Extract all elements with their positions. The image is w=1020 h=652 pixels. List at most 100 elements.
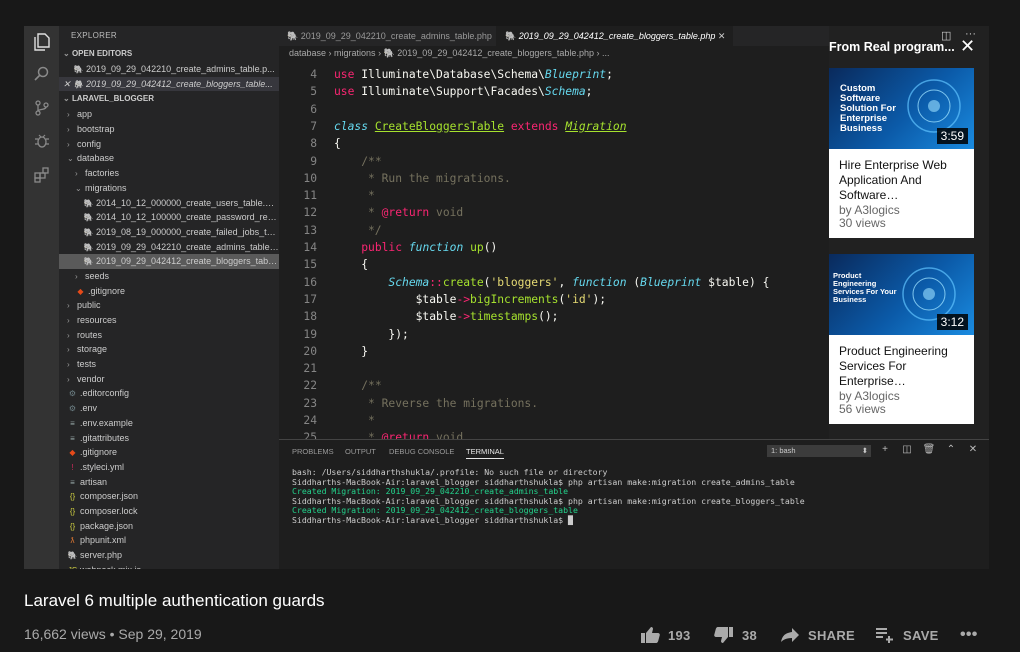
like-button[interactable]: 193 [640, 625, 691, 645]
panel-tab[interactable]: OUTPUT [345, 447, 376, 456]
chevron-right-icon: › [67, 360, 70, 370]
file-item[interactable]: ⚙ .env [59, 401, 279, 416]
save-button[interactable]: SAVE [875, 625, 939, 645]
code-line: 20 } [279, 343, 829, 360]
folder-item[interactable]: › seeds [59, 269, 279, 284]
dislike-button[interactable]: 38 [714, 625, 757, 645]
search-icon[interactable] [30, 62, 54, 86]
close-tab-icon[interactable]: ✕ [715, 31, 726, 41]
line-number: 20 [303, 344, 317, 358]
line-number: 19 [303, 327, 317, 341]
file-item[interactable]: {} composer.json [59, 489, 279, 504]
debug-icon[interactable] [30, 129, 54, 153]
php-file-icon: 🐘 [83, 198, 94, 208]
source-control-icon[interactable] [30, 96, 54, 120]
file-item[interactable]: {} composer.lock [59, 504, 279, 519]
suggested-video-card[interactable]: Product Engineering Services For Your Bu… [829, 254, 974, 424]
file-item[interactable]: 🐘 server.php [59, 548, 279, 563]
breadcrumb-separator: › [326, 48, 335, 58]
trash-icon[interactable]: 🗑 [922, 443, 936, 457]
add-terminal-icon[interactable]: + [878, 443, 892, 457]
panel-tab[interactable]: DEBUG CONSOLE [389, 447, 454, 456]
video-duration: 3:59 [936, 128, 968, 144]
folder-item[interactable]: ⌄ migrations [59, 181, 279, 196]
line-number: 6 [310, 102, 317, 116]
suggested-video-card[interactable]: Custom Software Solution For Enterprise … [829, 68, 974, 238]
folder-item[interactable]: › config [59, 137, 279, 152]
extensions-icon[interactable] [30, 163, 54, 187]
folder-item[interactable]: › vendor [59, 372, 279, 387]
folder-item[interactable]: › storage [59, 342, 279, 357]
breadcrumb-separator: › [593, 48, 602, 58]
breadcrumb-item[interactable]: database [289, 48, 326, 58]
line-number: 21 [303, 362, 317, 376]
breadcrumb-item[interactable]: 2019_09_29_042412_create_bloggers_table.… [397, 48, 594, 58]
thumbs-down-icon [714, 627, 733, 643]
split-terminal-icon[interactable]: ◫ [900, 443, 914, 457]
file-item[interactable]: ⚙ .editorconfig [59, 386, 279, 401]
folder-item[interactable]: ⌄ database [59, 151, 279, 166]
file-item[interactable]: 🐘 2019_09_29_042210_create_admins_table.p… [59, 240, 279, 255]
editor-tab[interactable]: 🐘 2019_09_29_042412_create_bloggers_tabl… [497, 26, 733, 46]
video-player[interactable]: EXPLORER ⌄ OPEN EDITORS 🐘 2019_09_29_0422… [24, 26, 989, 569]
file-item[interactable]: 🐘 2014_10_12_000000_create_users_table.ph… [59, 196, 279, 211]
open-editor-item[interactable]: ✕ 🐘 2019_09_29_042412_create_bloggers_tab… [59, 76, 279, 92]
terminal-output[interactable]: bash: /Users/siddharthshukla/.profile: N… [292, 467, 805, 526]
terminal-selector[interactable]: 1: bash ⬍ [767, 445, 871, 457]
close-panel-icon[interactable]: ✕ [966, 443, 980, 457]
folder-item[interactable]: › tests [59, 357, 279, 372]
chevron-up-icon[interactable]: ⌃ [944, 443, 958, 457]
folder-item[interactable]: › factories [59, 166, 279, 181]
php-file-icon: 🐘 [73, 65, 84, 74]
video-thumbnail[interactable]: Custom Software Solution For Enterprise … [829, 68, 974, 149]
code-text: $table->bigIncrements('id'); [415, 292, 607, 306]
project-section[interactable]: ⌄ LARAVEL_BLOGGER [59, 91, 279, 107]
lines-file-icon: ≡ [70, 477, 75, 487]
file-tree: › app › bootstrap › config ⌄ database › factories… [59, 107, 279, 569]
folder-item[interactable]: › bootstrap [59, 122, 279, 137]
editor-tab[interactable]: 🐘 2019_09_29_042210_create_admins_table.… [279, 26, 497, 46]
files-icon[interactable] [30, 30, 54, 54]
folder-item[interactable]: › resources [59, 313, 279, 328]
video-thumbnail[interactable]: Product Engineering Services For Your Bu… [829, 254, 974, 335]
explorer-heading: EXPLORER [71, 31, 117, 40]
close-icon[interactable]: ✕ [63, 79, 73, 89]
file-item[interactable]: ! .styleci.yml [59, 460, 279, 475]
file-item[interactable]: ≡ .env.example [59, 416, 279, 431]
folder-item[interactable]: › app [59, 107, 279, 122]
file-item[interactable]: ƛ phpunit.xml [59, 533, 279, 548]
code-text: * Reverse the migrations. [334, 396, 539, 410]
breadcrumb-item[interactable]: migrations [334, 48, 376, 58]
code-text: } [361, 344, 369, 358]
panel-tab[interactable]: TERMINAL [466, 447, 504, 459]
panel-tab[interactable]: PROBLEMS [292, 447, 334, 456]
split-editor-icon[interactable]: ◫ [941, 29, 951, 42]
file-item[interactable]: 🐘 2019_08_19_000000_create_failed_jobs_ta… [59, 225, 279, 240]
php-file-icon: 🐘 [287, 31, 301, 41]
code-text: /** [361, 154, 382, 168]
more-icon[interactable]: ··· [965, 28, 976, 40]
file-item[interactable]: {} package.json [59, 519, 279, 534]
file-item[interactable]: JSwebpack.mix.js [59, 563, 279, 569]
folder-item[interactable]: › routes [59, 328, 279, 343]
code-area[interactable]: 4 use Illuminate\Database\Schema\Blueprin… [279, 66, 829, 439]
more-actions-icon[interactable]: ••• [960, 625, 978, 645]
code-text: }); [388, 327, 409, 341]
file-item[interactable]: ≡ .gitattributes [59, 431, 279, 446]
file-item[interactable]: ≡ artisan [59, 475, 279, 490]
line-number: 25 [303, 431, 317, 439]
chevron-right-icon: › [67, 345, 70, 355]
file-item[interactable]: 🐘 2019_09_29_042412_create_bloggers_table… [59, 254, 279, 269]
breadcrumb-item[interactable]: ... [602, 48, 610, 58]
code-text: * @return void [334, 431, 464, 439]
open-editors-section[interactable]: ⌄ OPEN EDITORS [59, 46, 279, 62]
share-button[interactable]: SHARE [780, 625, 855, 645]
file-item[interactable]: ◆ .gitignore [59, 284, 279, 299]
file-item[interactable]: ◆ .gitignore [59, 445, 279, 460]
code-line: 18 $table->timestamps(); [279, 308, 829, 325]
open-editor-item[interactable]: 🐘 2019_09_29_042210_create_admins_table.p… [59, 62, 279, 77]
folder-item[interactable]: › public [59, 298, 279, 313]
file-item[interactable]: 🐘 2014_10_12_100000_create_password_reset… [59, 210, 279, 225]
code-text: public function up() [361, 241, 498, 254]
code-line: 21 [279, 360, 829, 377]
